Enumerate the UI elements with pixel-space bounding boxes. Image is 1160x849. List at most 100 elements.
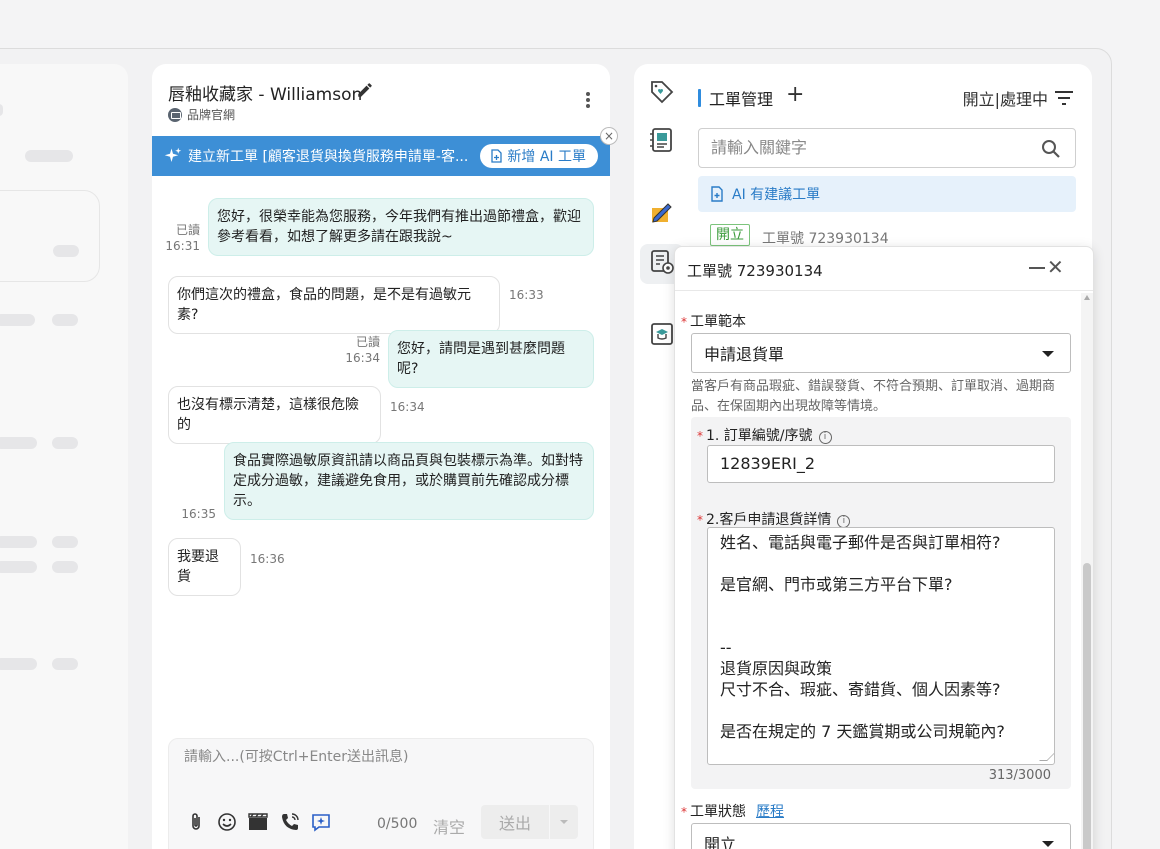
message-bubble-incoming: 我要退貨	[168, 538, 241, 596]
info-icon[interactable]: i	[818, 431, 832, 444]
skeleton-bar	[0, 437, 37, 449]
ticket-filter-label: 開立|處理中	[962, 90, 1048, 109]
message-meta: 已讀 16:31	[152, 222, 200, 254]
skeleton-bar	[25, 150, 73, 162]
message-bubble-outgoing: 您好，請問是遇到甚麼問題呢?	[388, 330, 594, 388]
skeleton-bar	[52, 658, 78, 670]
return-detail-label-text: 2.客戶申請退貨詳情	[706, 512, 832, 528]
read-status: 已讀	[175, 223, 200, 237]
message-bubble-incoming: 也沒有標示清楚，這樣很危險的	[168, 386, 381, 444]
return-detail-textarea[interactable]: 姓名、電話與電子郵件是否與訂單相符? 是官網、門市或第三方平台下單? -- 退貨原因與…	[707, 527, 1055, 765]
ai-suggested-tickets[interactable]: AI 有建議工單	[698, 176, 1076, 212]
new-ticket-icon	[711, 186, 723, 202]
detail-text-line: 之前是否與客服討論其他方案?	[720, 763, 1042, 764]
template-label: * 工單範本	[681, 311, 746, 331]
message-meta: 已讀 16:34	[332, 334, 380, 366]
ticket-status-value: 開立	[704, 835, 737, 849]
template-description: 當客戶有商品瑕疵、錯誤發貨、不符合預期、訂單取消、過期商品、在保固期內出現故障等…	[691, 379, 1056, 414]
detail-text-line	[720, 553, 1042, 574]
skeleton-bar	[0, 536, 37, 548]
skeleton-bar	[0, 104, 3, 116]
template-fields-group: * 1. 訂單編號/序號 i 12839ERI_2 * 2.客戶申請退貨詳情 i 姓名、…	[691, 417, 1071, 789]
send-options-dropdown[interactable]	[550, 805, 578, 839]
close-icon[interactable]: ✕	[1047, 257, 1064, 277]
ticket-status-label-text: 工單狀態	[690, 804, 746, 820]
create-ticket-banner[interactable]: 建立新工單 [顧客退貨與換貨服務申請單-客... 新增 AI 工單	[152, 136, 610, 176]
detail-text-line: --	[720, 638, 732, 657]
conversation-card-skeleton	[0, 190, 100, 282]
detail-char-counter: 313/3000	[988, 768, 1051, 783]
website-icon	[168, 107, 182, 122]
channel-source: 品牌官網	[168, 106, 235, 123]
scroll-up-arrow[interactable]	[1084, 295, 1090, 300]
detail-text-line	[720, 616, 1042, 637]
message-time: 16:36	[250, 552, 285, 566]
caret-down-icon	[1042, 351, 1054, 357]
order-number-label: * 1. 訂單編號/序號 i	[697, 425, 832, 445]
detail-text-line: 退貨原因與政策	[720, 659, 833, 678]
search-icon[interactable]	[1041, 139, 1061, 159]
popup-scrollbar[interactable]	[1081, 293, 1093, 849]
learning-icon[interactable]	[648, 320, 676, 348]
detail-text-line: 是官網、門市或第三方平台下單?	[720, 575, 953, 594]
clear-button[interactable]: 清空	[433, 814, 465, 838]
ticket-management-title: 工單管理	[698, 86, 773, 110]
read-status: 已讀	[355, 335, 380, 349]
required-mark: *	[681, 805, 687, 819]
ticket-status-label: * 工單狀態 歷程	[681, 801, 784, 821]
message-bubble-outgoing: 您好，很榮幸能為您服務，今年我們有推出過節禮盒，歡迎參考看看，如想了解更多請在跟…	[208, 198, 594, 256]
ticket-settings-icon[interactable]	[648, 248, 676, 276]
message-time: 16:34	[345, 351, 380, 365]
send-button[interactable]: 送出	[481, 805, 549, 839]
attachment-icon[interactable]	[185, 811, 207, 833]
skeleton-bar	[53, 245, 79, 257]
channel-source-label: 品牌官網	[187, 108, 236, 122]
emoji-icon[interactable]	[216, 811, 238, 833]
order-number-input[interactable]: 12839ERI_2	[707, 445, 1055, 483]
order-number-label-text: 1. 訂單編號/序號	[706, 428, 813, 444]
keyword-search-input[interactable]	[711, 138, 1031, 157]
status-badge: 開立	[710, 224, 750, 246]
video-icon[interactable]	[247, 811, 269, 833]
message-input[interactable]	[184, 749, 580, 765]
new-ai-ticket-button[interactable]: 新增 AI 工單	[480, 144, 598, 168]
scroll-thumb[interactable]	[1083, 563, 1091, 849]
skeleton-bar	[0, 561, 37, 573]
skeleton-bar	[52, 561, 78, 573]
detail-text-line	[720, 595, 1042, 616]
knowledge-book-icon[interactable]	[648, 126, 676, 154]
message-bubble-outgoing: 食品實際過敏原資訊請以商品頁與包裝標示為準。如對特定成分過敏，建議避免食用，或於…	[224, 442, 594, 520]
add-ticket-button[interactable]: +	[786, 84, 804, 106]
skeleton-bar	[0, 314, 35, 326]
ai-reply-icon[interactable]	[310, 811, 332, 833]
chat-title: 唇釉收藏家 - Williamson	[168, 85, 363, 105]
history-link[interactable]: 歷程	[756, 804, 784, 820]
phone-call-icon[interactable]	[279, 811, 301, 833]
template-select[interactable]: 申請退貨單	[691, 333, 1071, 373]
message-time: 16:31	[165, 239, 200, 253]
tag-heart-icon[interactable]	[648, 78, 676, 106]
required-mark: *	[697, 513, 703, 527]
conversation-list-skeleton	[0, 64, 128, 849]
message-time: 16:33	[509, 288, 544, 302]
ticket-number[interactable]: 工單號 723930134	[762, 228, 889, 248]
more-menu-icon[interactable]	[586, 92, 590, 108]
popup-header: 工單號 723930134 ✕	[675, 247, 1093, 291]
template-label-text: 工單範本	[690, 314, 746, 330]
keyword-search	[698, 128, 1076, 168]
required-mark: *	[697, 429, 703, 443]
ticket-status-select[interactable]: 開立	[691, 823, 1071, 849]
detail-text-line: 姓名、電話與電子郵件是否與訂單相符?	[720, 533, 1001, 552]
edit-pencil-icon[interactable]	[356, 81, 374, 99]
edit-note-icon[interactable]	[648, 198, 676, 226]
new-ticket-icon	[491, 149, 503, 163]
detail-text-line	[720, 700, 1042, 721]
new-ai-ticket-label: 新增 AI 工單	[507, 149, 586, 165]
message-time: 16:34	[390, 400, 425, 414]
chat-panel: 唇釉收藏家 - Williamson 品牌官網 建立新工單 [顧客退貨與換貨服務…	[152, 64, 610, 849]
chat-header: 唇釉收藏家 - Williamson 品牌官網	[152, 64, 610, 136]
ticket-filter[interactable]: 開立|處理中	[963, 86, 1074, 110]
popup-title: 工單號 723930134	[687, 262, 823, 280]
banner-close-button[interactable]: ×	[600, 127, 618, 145]
minimize-icon[interactable]	[1029, 267, 1045, 269]
